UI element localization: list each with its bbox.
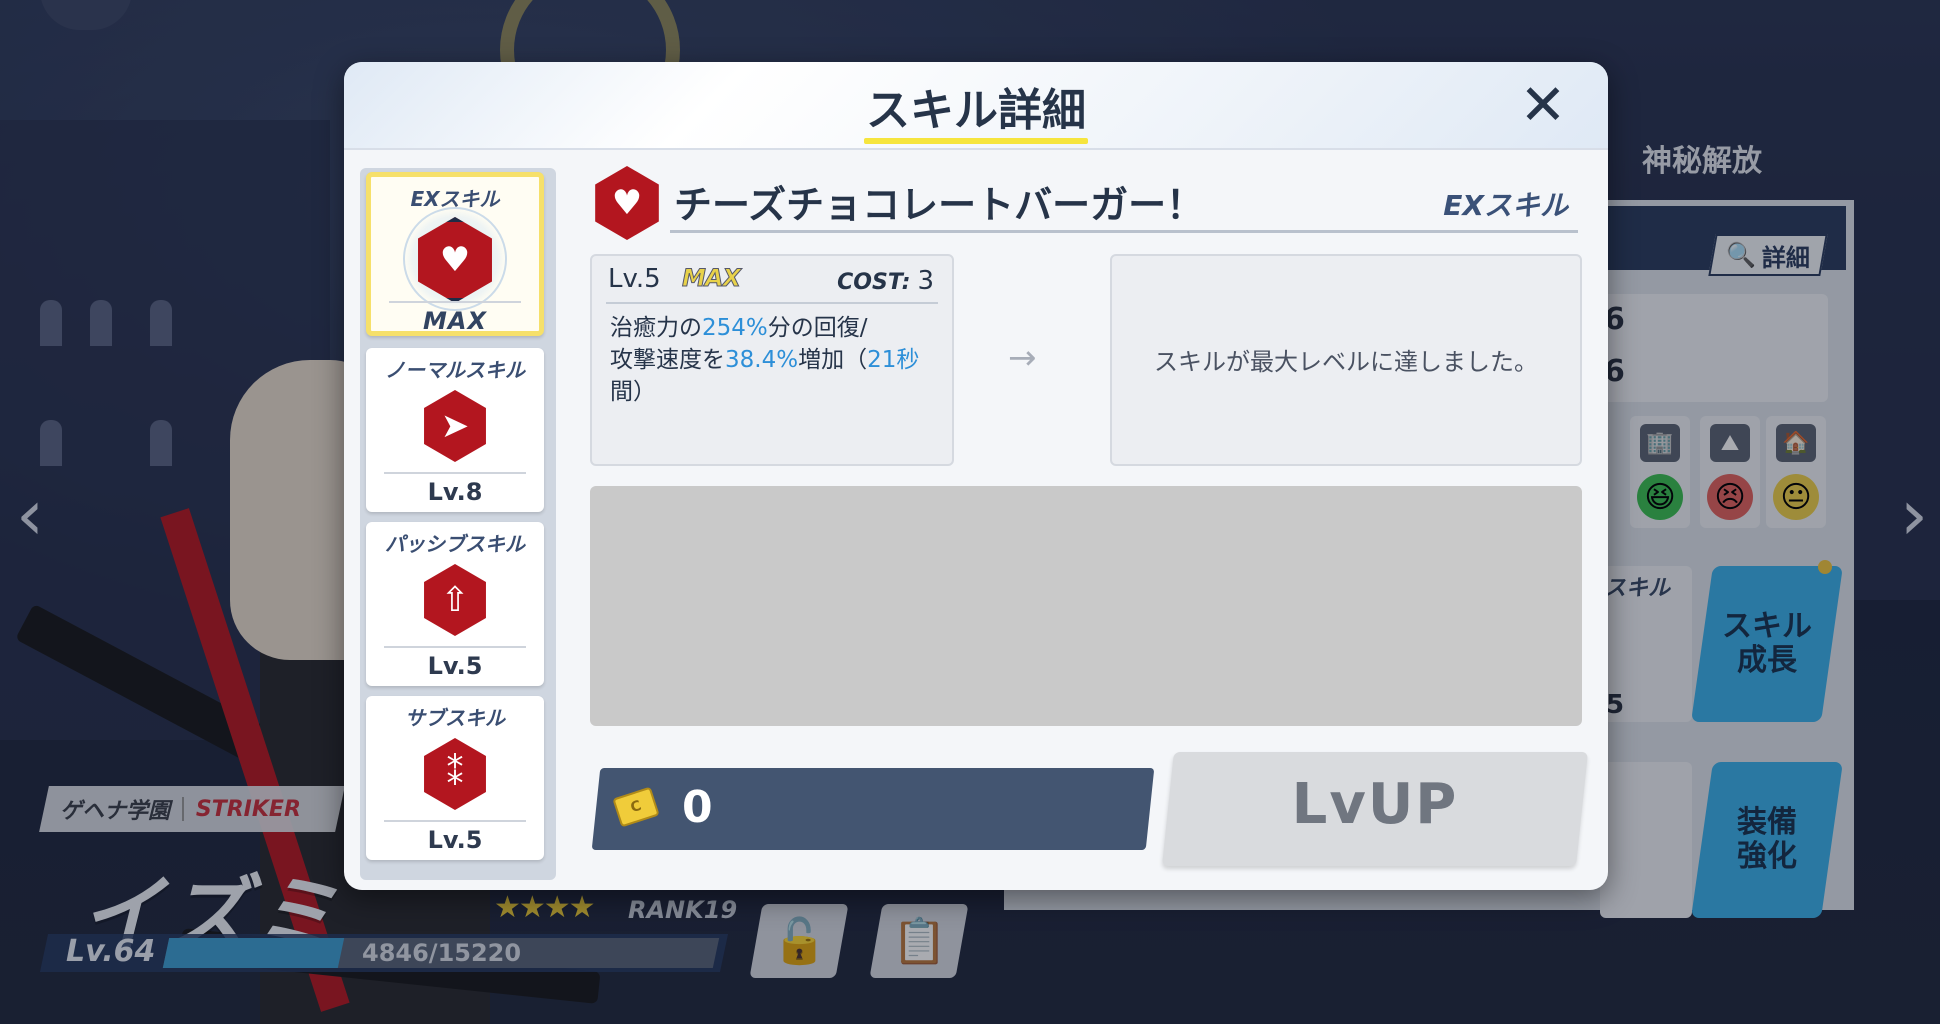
skill-card-divider [384,472,526,474]
skill-name: チーズチョコレートバーガー！ [674,183,1205,227]
skill-level: Lv.5 [427,826,483,854]
skill-type: EXスキル [1443,189,1568,222]
skill-type-label: サブスキル [405,706,505,730]
credit-cost-value: 0 [682,782,713,833]
bullet-arrow-icon: ➤ [424,390,486,462]
close-button[interactable]: ✕ [1514,78,1572,136]
current-skill-level: Lv.5 [608,264,661,294]
skill-card-passive[interactable]: パッシブスキル ⇧ Lv.5 [366,522,544,686]
skill-card-ex[interactable]: EXスキル ♥ MAX [366,172,544,336]
cost-value: 3 [917,266,934,296]
bullets-icon: ⁑ [424,738,486,810]
desc-value: 38.4% [725,347,799,373]
desc-text: 治癒力の [610,315,702,341]
arrow-right-icon: → [1008,338,1037,378]
selected-skill-icon: ♥ [595,166,659,240]
desc-text: 間） [610,379,656,405]
skill-card-divider [384,646,526,648]
skill-type-label: パッシブスキル [385,532,525,556]
skill-materials-area [590,486,1582,726]
skill-level: MAX [423,307,487,335]
next-level-box: スキルが最大レベルに達しました。 [1110,254,1582,466]
skill-level: Lv.8 [427,478,483,506]
skill-type-label: ノーマルスキル [385,358,525,382]
skill-list: EXスキル ♥ MAX ノーマルスキル ➤ Lv.8 パッシブスキル ⇧ Lv.… [360,168,556,880]
max-level-message: スキルが最大レベルに達しました。 [1154,348,1538,376]
desc-text: 増加（ [798,347,868,373]
cost-separator: : [901,270,911,295]
credit-cost-bar [591,768,1155,850]
desc-text: 攻撃速度を [610,347,725,373]
skill-description: 治癒力の254%分の回復/ 攻撃速度を38.4%増加（21秒間） [610,312,942,408]
skill-cost: COST: 3 [837,266,934,296]
desc-value: 21秒 [867,347,920,373]
skill-detail-modal: スキル詳細 ✕ EXスキル ♥ MAX ノーマルスキル ➤ Lv.8 パッシブス… [344,62,1608,890]
max-badge: MAX [682,264,742,293]
level-box-divider [606,302,938,304]
cost-label: COST [837,270,902,295]
skill-name-divider [670,230,1578,233]
level-up-label: LvUP [1291,772,1459,837]
skill-card-divider [384,820,526,822]
skill-card-normal[interactable]: ノーマルスキル ➤ Lv.8 [366,348,544,512]
modal-title: スキル詳細 [866,85,1086,136]
skill-card-sub[interactable]: サブスキル ⁑ Lv.5 [366,696,544,860]
title-underline [864,138,1088,144]
person-up-icon: ⇧ [424,564,486,636]
skill-level: Lv.5 [427,652,483,680]
desc-text: 分の回復/ [767,315,868,341]
current-level-box: Lv.5 MAX COST: 3 治癒力の254%分の回復/ 攻撃速度を38.4… [590,254,954,466]
desc-value: 254% [702,315,768,341]
skill-card-divider [389,301,521,303]
